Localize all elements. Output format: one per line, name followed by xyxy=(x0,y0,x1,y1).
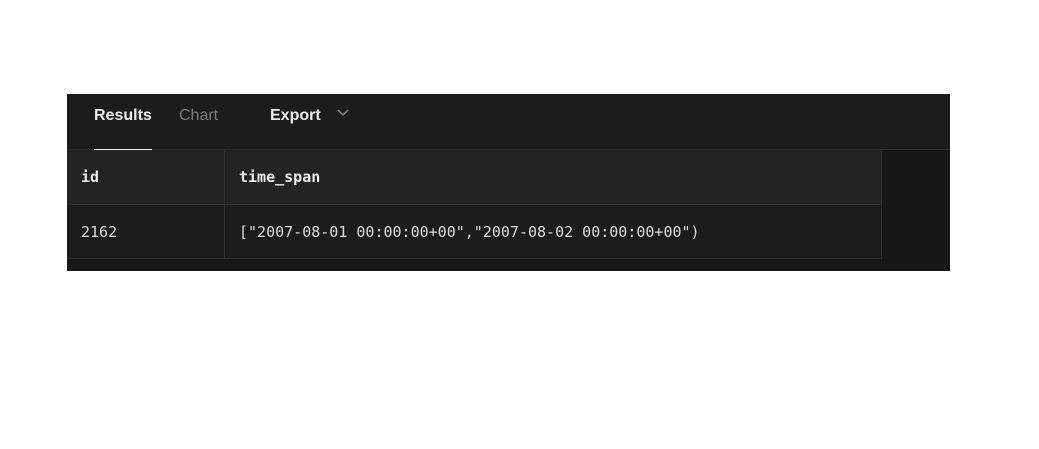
chevron-down-icon xyxy=(337,91,349,135)
tab-chart-label: Chart xyxy=(179,107,219,124)
tab-results-label: Results xyxy=(94,107,152,124)
results-toolbar: Results Chart Export xyxy=(67,94,950,151)
export-button[interactable]: Export xyxy=(270,94,349,138)
column-header-id[interactable]: id xyxy=(67,150,225,205)
export-label: Export xyxy=(270,107,321,125)
results-panel: Results Chart Export id time_span 2162 [… xyxy=(67,94,950,271)
tab-results[interactable]: Results xyxy=(94,94,152,151)
tab-chart[interactable]: Chart xyxy=(179,94,218,150)
table-header-row: id time_span xyxy=(67,150,882,205)
column-header-time-span[interactable]: time_span xyxy=(225,150,882,205)
cell-id[interactable]: 2162 xyxy=(67,205,225,259)
table-row: 2162 ["2007-08-01 00:00:00+00","2007-08-… xyxy=(67,205,882,259)
cell-time-span[interactable]: ["2007-08-01 00:00:00+00","2007-08-02 00… xyxy=(225,205,882,259)
results-grid: id time_span 2162 ["2007-08-01 00:00:00+… xyxy=(67,150,882,259)
